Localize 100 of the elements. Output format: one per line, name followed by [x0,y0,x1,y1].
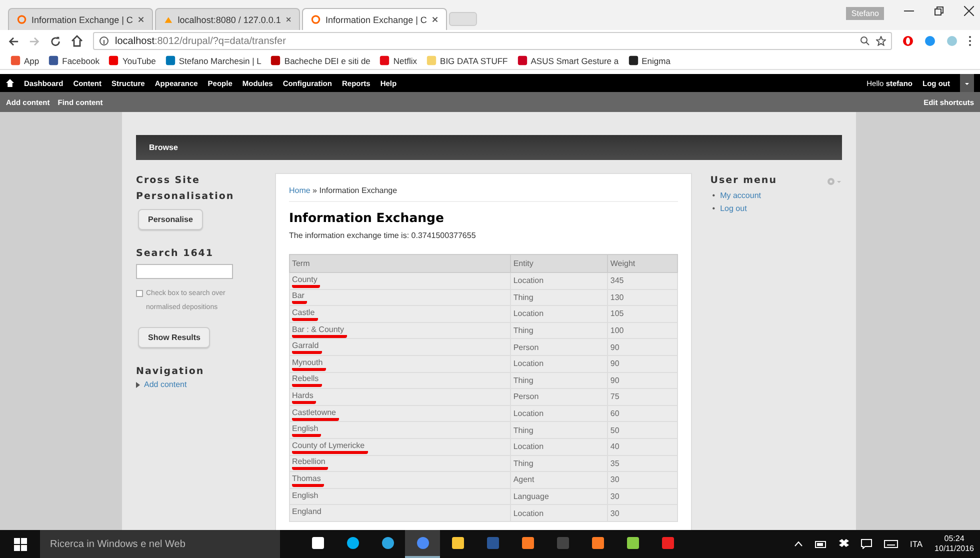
browser-tab[interactable]: Information Exchange | C [8,8,153,30]
checkbox[interactable] [136,290,143,297]
app-icon [416,536,430,550]
table-cell: Location [510,504,608,522]
table-cell: Bar : & County [289,322,511,339]
block-title: Navigation [136,365,206,379]
table-cell: 90 [608,372,678,389]
bookmark[interactable]: YouTube [108,55,156,66]
browser-tab[interactable]: Information Exchange | C [302,8,447,30]
user-menu-link[interactable]: Log out [720,202,747,215]
app-icon [346,536,360,550]
bookmark-icon [10,55,21,66]
table-cell: Location [510,355,608,372]
browser-tab[interactable]: localhost:8080 / 127.0.0.1 [155,8,300,30]
nav-link[interactable]: Browse [149,143,178,152]
home-link[interactable]: Home [288,186,310,195]
app-icon [556,536,570,550]
table-cell: Thing [510,289,608,306]
table-cell: 40 [608,438,678,456]
table-cell: Bar [289,289,511,306]
close-icon[interactable] [286,16,291,23]
zoom-icon[interactable] [860,36,870,46]
table-cell: Location [510,306,608,322]
bookmark-icon [426,55,438,66]
close-icon[interactable] [432,16,438,23]
bookmark[interactable]: App [10,55,40,66]
table-cell: 75 [608,388,678,406]
bookmark-icon [48,55,60,66]
address-bar[interactable]: localhost:8012/drupal/?q=data/transfer [93,32,892,50]
block-title: User menu [710,174,777,188]
home-icon[interactable] [71,35,83,47]
table-cell: County [289,272,511,290]
app-icon [450,536,464,550]
table-cell: Hards [289,388,511,406]
table-cell: Rebellion [289,455,511,472]
table-cell: 90 [608,338,678,356]
taskbar-search-field[interactable]: Ricerca in Windows e nel Web [40,530,280,558]
bookmark-icon [628,55,639,66]
windows-icon[interactable] [14,538,26,550]
url-text: localhost:8012/drupal/?q=data/transfer [115,36,286,46]
battery-icon[interactable] [814,540,827,548]
table-cell: English [289,422,511,438]
bookmark[interactable]: Enigma [628,55,670,66]
home-icon[interactable] [6,79,14,87]
bookmark[interactable]: Facebook [48,55,100,66]
bookmark[interactable]: Netflix [379,55,418,66]
bookmark[interactable]: Bacheche DEI e siti de [270,55,370,66]
table-cell: English [289,488,511,505]
table-cell: Agent [510,472,608,488]
table-cell: Thing [510,322,608,339]
app-icon [520,536,534,550]
close-icon[interactable] [964,6,974,16]
app-icon [380,536,394,550]
clock[interactable]: 05:24 10/11/2016 [934,534,974,554]
close-icon[interactable] [138,16,144,23]
navigation-link[interactable]: Add content [144,380,187,389]
app-icon [310,536,324,550]
column-header: Term [289,254,511,272]
bookmark-icon [270,55,282,66]
page-title: Information Exchange [288,210,445,225]
table-cell: 105 [608,306,678,322]
table-cell: Location [510,272,608,290]
back-icon[interactable] [8,36,19,46]
table-cell: Location [510,405,608,422]
column-header: Entity [510,254,608,272]
language-indicator[interactable]: ITA [910,539,923,549]
ring-logo-icon [311,14,321,25]
keyboard-icon[interactable] [884,540,898,548]
table-cell: 30 [608,488,678,505]
reload-icon[interactable] [50,36,61,46]
bookmark[interactable]: ASUS Smart Gesture a [516,55,619,66]
time-text: The information exchange time is: 0.3741500377655 [288,231,477,240]
menu-icon[interactable] [968,35,972,47]
block-title: Search 1641 [136,247,215,261]
table-cell: Castle [289,306,511,322]
bookmark-icon [379,55,390,66]
triangle-logo-icon [164,14,173,24]
notification-icon[interactable] [860,539,872,549]
bullet: • [712,203,716,215]
app-icon [486,536,500,550]
table-cell: Garrald [289,338,511,356]
search-field[interactable] [136,264,233,279]
star-icon[interactable] [876,36,886,46]
table-cell: 30 [608,472,678,488]
chevron-up-icon[interactable] [794,541,803,547]
table-cell: Thing [510,372,608,389]
table-cell: England [289,504,511,522]
table-cell: Person [510,338,608,356]
info-icon [99,36,109,46]
table-cell: Rebells [289,372,511,389]
table-cell: County of Lymericke [289,438,511,456]
user-menu-link[interactable]: My account [720,189,761,202]
personalise-button[interactable]: Personalise [138,209,203,230]
bookmark[interactable]: Stefano Marchesin | L [164,55,262,66]
show-results-button[interactable]: Show Results [138,327,210,348]
restore-icon[interactable] [934,6,944,16]
table-cell: Location [510,438,608,456]
bookmark-icon [164,55,176,66]
bookmark[interactable]: BIG DATA STUFF [426,55,508,66]
table-cell: 60 [608,405,678,422]
